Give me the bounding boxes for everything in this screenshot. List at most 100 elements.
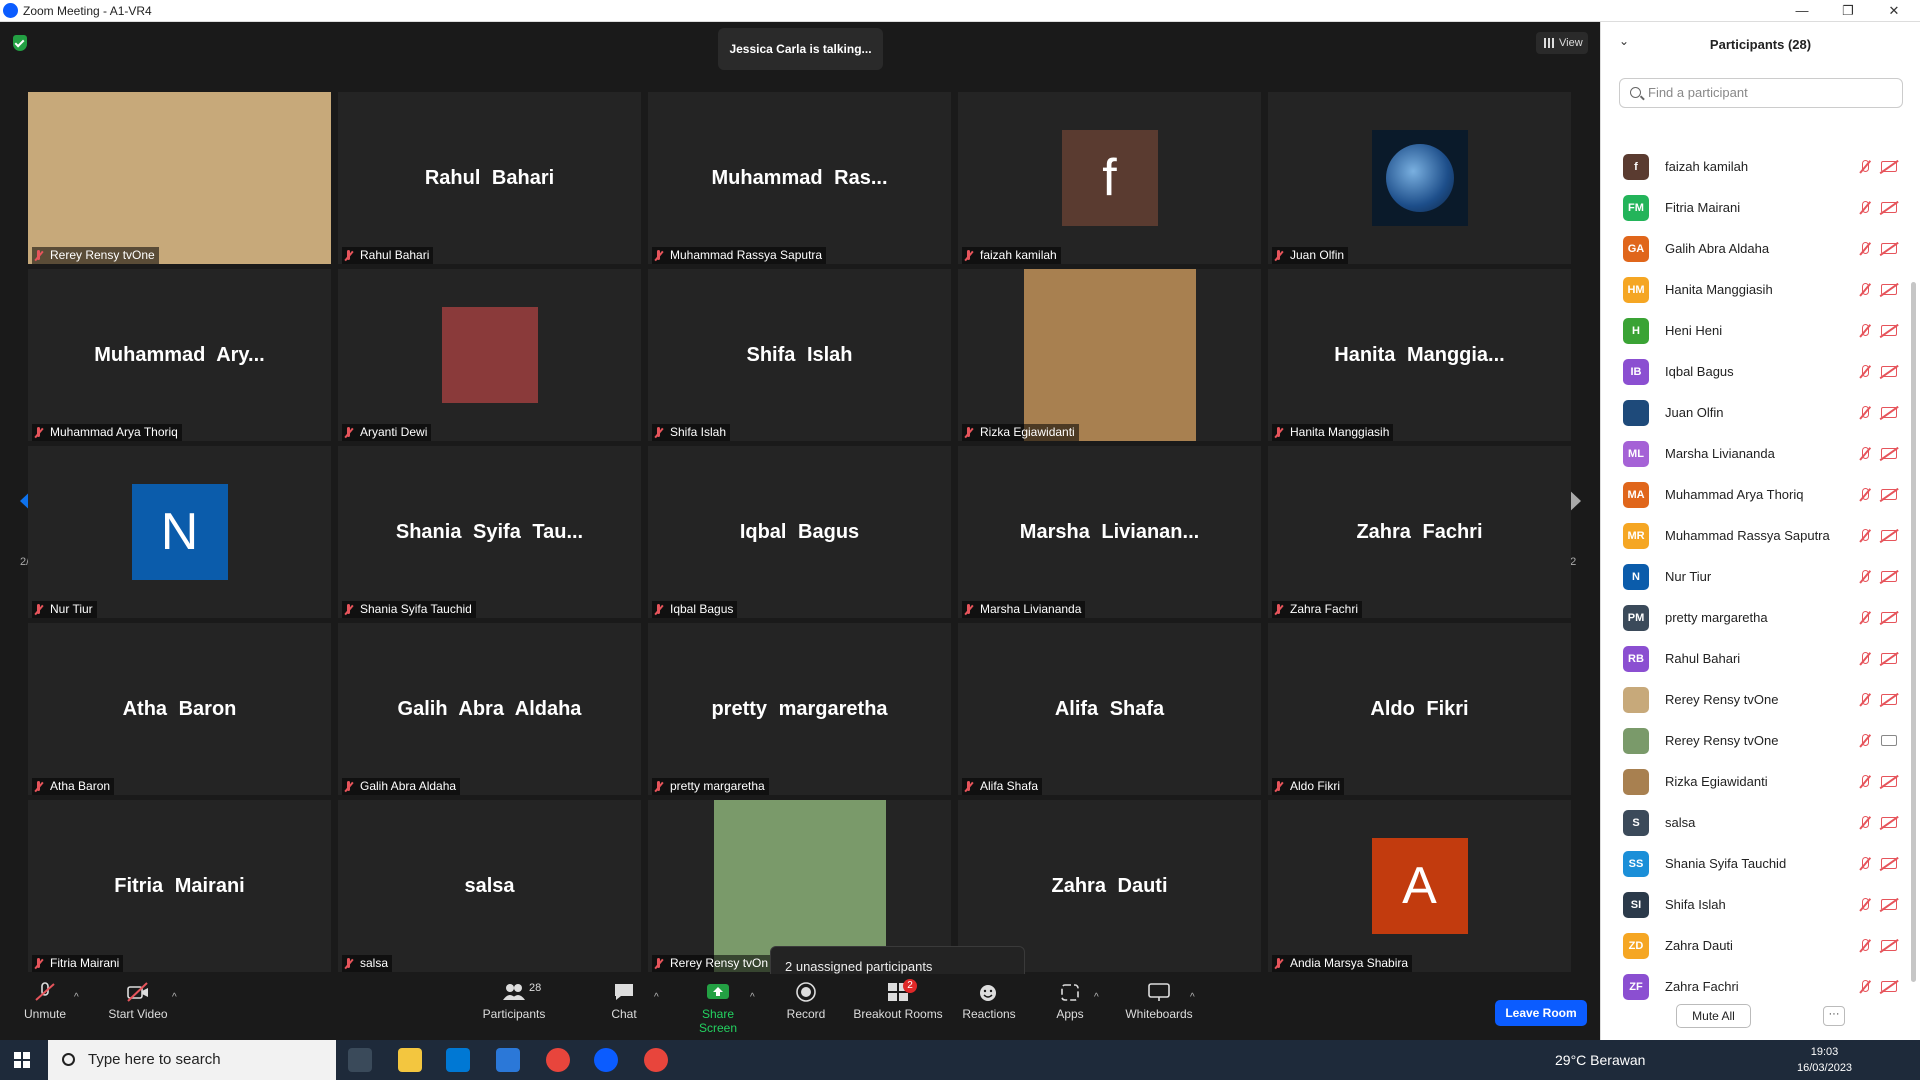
video-tile[interactable]: Zahra Fachri Zahra Fachri: [1268, 446, 1571, 618]
store-icon[interactable]: [446, 1048, 470, 1072]
video-tile[interactable]: Rahul Bahari Rahul Bahari: [338, 92, 641, 264]
scrollbar[interactable]: [1911, 282, 1916, 982]
mute-all-button[interactable]: Mute All: [1676, 1004, 1751, 1028]
muted-mic-icon[interactable]: [1857, 816, 1871, 830]
participant-row[interactable]: N Nur Tiur: [1623, 556, 1897, 597]
muted-mic-icon[interactable]: [1857, 898, 1871, 912]
video-tile[interactable]: Muhammad Ras... Muhammad Rassya Saputra: [648, 92, 951, 264]
participant-row[interactable]: SS Shania Syifa Tauchid: [1623, 843, 1897, 884]
muted-mic-icon[interactable]: [1857, 283, 1871, 297]
chat-options-caret-icon[interactable]: ^: [654, 992, 659, 1003]
video-tile[interactable]: Alifa Shafa Alifa Shafa: [958, 623, 1261, 795]
video-tile[interactable]: Aldo Fikri Aldo Fikri: [1268, 623, 1571, 795]
video-camera-icon[interactable]: [1881, 735, 1897, 746]
video-off-icon[interactable]: [1881, 571, 1897, 582]
video-tile[interactable]: Atha Baron Atha Baron: [28, 623, 331, 795]
muted-mic-icon[interactable]: [1857, 775, 1871, 789]
video-off-icon[interactable]: [1881, 407, 1897, 418]
participant-row[interactable]: HM Hanita Manggiasih: [1623, 269, 1897, 310]
muted-mic-icon[interactable]: [1857, 652, 1871, 666]
participant-row[interactable]: PM pretty margaretha: [1623, 597, 1897, 638]
apps-button[interactable]: Apps: [1054, 982, 1086, 1021]
video-tile[interactable]: Aryanti Dewi: [338, 269, 641, 441]
share-options-caret-icon[interactable]: ^: [750, 992, 755, 1003]
maximize-button[interactable]: ❐: [1826, 0, 1870, 22]
participant-row[interactable]: Rerey Rensy tvOne: [1623, 679, 1897, 720]
video-off-icon[interactable]: [1881, 981, 1897, 992]
chrome-alt-icon[interactable]: [644, 1048, 668, 1072]
video-tile[interactable]: f faizah kamilah: [958, 92, 1261, 264]
unmute-button[interactable]: Unmute: [22, 982, 68, 1021]
record-button[interactable]: Record: [786, 982, 826, 1021]
muted-mic-icon[interactable]: [1857, 488, 1871, 502]
video-tile[interactable]: N Nur Tiur: [28, 446, 331, 618]
more-options-button[interactable]: ···: [1823, 1006, 1845, 1026]
video-tile[interactable]: Hanita Manggia... Hanita Manggiasih: [1268, 269, 1571, 441]
video-tile[interactable]: Shania Syifa Tau... Shania Syifa Tauchid: [338, 446, 641, 618]
video-off-icon[interactable]: [1881, 284, 1897, 295]
chat-button[interactable]: Chat: [608, 982, 640, 1021]
video-off-icon[interactable]: [1881, 202, 1897, 213]
start-video-button[interactable]: Start Video: [106, 982, 170, 1021]
video-off-icon[interactable]: [1881, 161, 1897, 172]
video-tile[interactable]: Fitria Mairani Fitria Mairani: [28, 800, 331, 972]
breakout-rooms-button[interactable]: 2 Breakout Rooms: [852, 979, 944, 1021]
chrome-icon[interactable]: [546, 1048, 570, 1072]
apps-options-caret-icon[interactable]: ^: [1094, 992, 1099, 1003]
video-off-icon[interactable]: [1881, 366, 1897, 377]
muted-mic-icon[interactable]: [1857, 365, 1871, 379]
taskbar-search-box[interactable]: Type here to search: [48, 1040, 336, 1080]
muted-mic-icon[interactable]: [1857, 529, 1871, 543]
close-button[interactable]: ✕: [1872, 0, 1916, 22]
file-explorer-icon[interactable]: [398, 1048, 422, 1072]
video-options-caret-icon[interactable]: ^: [172, 992, 177, 1003]
muted-mic-icon[interactable]: [1857, 734, 1871, 748]
video-off-icon[interactable]: [1881, 530, 1897, 541]
participant-row[interactable]: Ssalsa: [1623, 802, 1897, 843]
participant-row[interactable]: IB Iqbal Bagus: [1623, 351, 1897, 392]
video-tile[interactable]: Juan Olfin: [1268, 92, 1571, 264]
share-screen-button[interactable]: Share Screen: [682, 982, 754, 1035]
muted-mic-icon[interactable]: [1857, 324, 1871, 338]
participant-row[interactable]: H Heni Heni: [1623, 310, 1897, 351]
encryption-shield-icon[interactable]: [13, 35, 27, 51]
whiteboards-button[interactable]: Whiteboards: [1124, 982, 1194, 1021]
minimize-button[interactable]: —: [1780, 0, 1824, 22]
reactions-button[interactable]: Reactions: [962, 982, 1016, 1021]
leave-room-button[interactable]: Leave Room: [1495, 1000, 1587, 1026]
muted-mic-icon[interactable]: [1857, 980, 1871, 994]
participant-row[interactable]: Juan Olfin: [1623, 392, 1897, 433]
muted-mic-icon[interactable]: [1857, 570, 1871, 584]
video-tile[interactable]: Galih Abra Aldaha Galih Abra Aldaha: [338, 623, 641, 795]
participant-row[interactable]: MR Muhammad Rassya Saputra: [1623, 515, 1897, 556]
task-view-icon[interactable]: [348, 1048, 372, 1072]
muted-mic-icon[interactable]: [1857, 857, 1871, 871]
clock[interactable]: 19:03 16/03/2023: [1797, 1044, 1852, 1076]
muted-mic-icon[interactable]: [1857, 447, 1871, 461]
participant-row[interactable]: GA Galih Abra Aldaha: [1623, 228, 1897, 269]
video-off-icon[interactable]: [1881, 612, 1897, 623]
muted-mic-icon[interactable]: [1857, 201, 1871, 215]
participant-row[interactable]: RB Rahul Bahari: [1623, 638, 1897, 679]
muted-mic-icon[interactable]: [1857, 611, 1871, 625]
video-tile[interactable]: salsa salsa: [338, 800, 641, 972]
zoom-taskbar-icon[interactable]: [594, 1048, 618, 1072]
video-off-icon[interactable]: [1881, 858, 1897, 869]
mail-icon[interactable]: [496, 1048, 520, 1072]
participant-row[interactable]: MA Muhammad Arya Thoriq: [1623, 474, 1897, 515]
participants-button[interactable]: 28 Participants: [481, 982, 547, 1021]
video-tile[interactable]: A Andia Marsya Shabira: [1268, 800, 1571, 972]
muted-mic-icon[interactable]: [1857, 406, 1871, 420]
video-off-icon[interactable]: [1881, 325, 1897, 336]
participant-row[interactable]: ZF Zahra Fachri: [1623, 966, 1897, 1007]
video-off-icon[interactable]: [1881, 776, 1897, 787]
video-off-icon[interactable]: [1881, 940, 1897, 951]
muted-mic-icon[interactable]: [1857, 242, 1871, 256]
video-off-icon[interactable]: [1881, 243, 1897, 254]
video-off-icon[interactable]: [1881, 653, 1897, 664]
muted-mic-icon[interactable]: [1857, 160, 1871, 174]
audio-options-caret-icon[interactable]: ^: [74, 992, 79, 1003]
participant-row[interactable]: Rizka Egiawidanti: [1623, 761, 1897, 802]
participant-row[interactable]: Rerey Rensy tvOne: [1623, 720, 1897, 761]
video-tile[interactable]: Shifa Islah Shifa Islah: [648, 269, 951, 441]
